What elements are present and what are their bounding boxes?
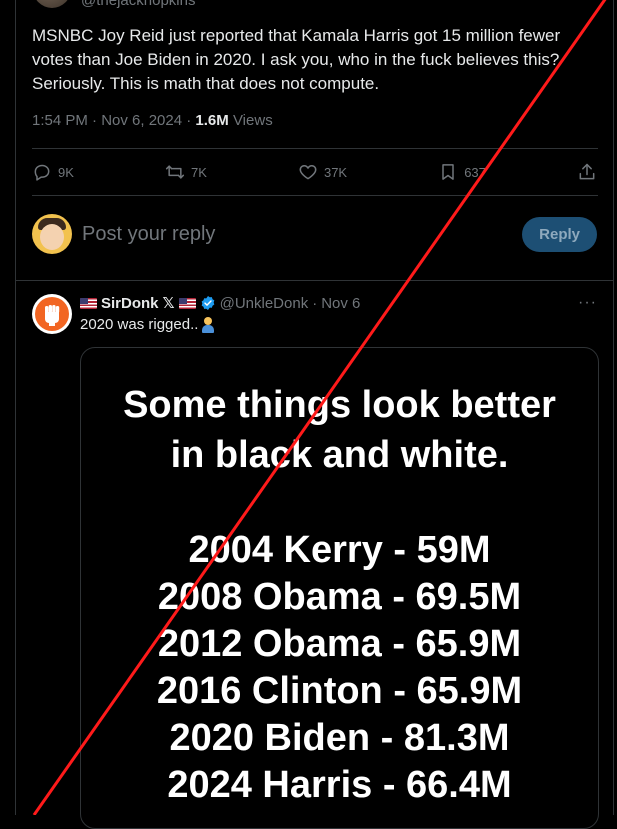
reply-author-name[interactable]: SirDonk (101, 295, 159, 312)
image-text-line: Some things look better (123, 384, 556, 426)
shrug-emoji-icon (201, 316, 215, 333)
image-text-line: 2016 Clinton - 65.9M (156, 670, 523, 712)
x-logo-icon: 𝕏 (162, 295, 175, 312)
reply-action[interactable]: 9K (32, 162, 74, 182)
bookmark-count: 637 (464, 164, 486, 180)
reply-composer: Post your reply Reply (32, 212, 597, 256)
raised-fist-icon (45, 305, 60, 326)
reply-media-image[interactable]: Some things look better in black and whi… (80, 347, 599, 829)
divider (32, 148, 598, 149)
like-action[interactable]: 37K (298, 162, 347, 182)
share-action[interactable] (577, 162, 597, 182)
repost-action[interactable]: 7K (165, 162, 207, 182)
image-text-line: 2024 Harris - 66.4M (167, 764, 512, 806)
timeline-right-border (613, 0, 614, 815)
tweet-actions: 9K 7K 37K 637 (32, 150, 597, 194)
image-text-line: 2012 Obama - 65.9M (157, 623, 522, 665)
separator-dot: · (312, 294, 318, 312)
reply-count: 9K (58, 164, 74, 180)
reply-header: SirDonk 𝕏 @UnkleDonk · Nov 6 (80, 294, 360, 312)
verified-badge-icon (201, 296, 214, 310)
us-flag-icon (178, 297, 196, 309)
section-divider (15, 280, 614, 281)
heart-icon (299, 165, 317, 180)
timeline-left-border (15, 0, 16, 815)
image-text-line: in black and white. (170, 434, 509, 476)
reply-text-row: 2020 was rigged.. (80, 316, 215, 333)
tweet-timestamp[interactable]: 1:54 PM · Nov 6, 2024 · (32, 112, 195, 129)
image-text-line: 2004 Kerry - 59M (188, 529, 491, 571)
reply-author-avatar[interactable] (32, 294, 72, 334)
tweet-meta: 1:54 PM · Nov 6, 2024 · 1.6M Views (32, 112, 273, 129)
like-count: 37K (323, 164, 348, 180)
image-text-line: 2020 Biden - 81.3M (169, 717, 510, 759)
reply-button[interactable]: Reply (522, 216, 597, 252)
reply-date[interactable]: Nov 6 (321, 295, 360, 312)
repost-icon (165, 165, 185, 179)
reply-author-handle[interactable]: @UnkleDonk (220, 295, 309, 312)
image-text-line: 2008 Obama - 69.5M (157, 576, 522, 618)
user-avatar[interactable] (32, 214, 72, 254)
author-avatar[interactable] (33, 0, 71, 8)
repost-count: 7K (190, 164, 207, 180)
us-flag-icon (80, 297, 97, 309)
more-options-icon[interactable]: ··· (578, 294, 597, 312)
views-label: Views (228, 112, 273, 129)
tweet-text: MSNBC Joy Reid just reported that Kamala… (32, 26, 561, 93)
share-icon (579, 163, 595, 180)
bookmark-icon (442, 164, 454, 180)
reply-icon (34, 164, 50, 181)
reply-text: 2020 was rigged.. (80, 316, 199, 333)
divider (32, 195, 598, 196)
reply-input[interactable]: Post your reply (82, 223, 522, 246)
author-handle[interactable]: @thejackhopkins (81, 0, 195, 9)
bookmark-action[interactable]: 637 (438, 162, 486, 182)
views-count: 1.6M (195, 112, 229, 129)
